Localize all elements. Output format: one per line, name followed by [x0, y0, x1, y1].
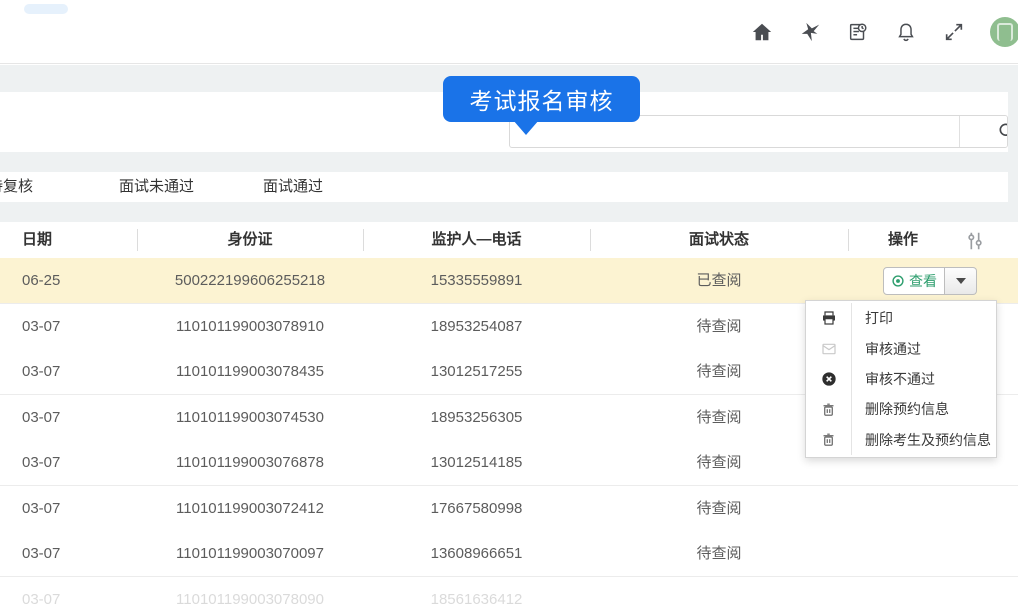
cell-phone: 17667580998 [430, 500, 523, 517]
column-header-action[interactable]: 操作 [848, 222, 958, 258]
view-dropdown-toggle[interactable] [945, 267, 977, 295]
cell-phone: 18561636412 [430, 591, 523, 606]
table-header: 日期 身份证 监护人—电话 面试状态 操作 [0, 222, 1018, 258]
cell-idcard: 110101199003072412 [176, 500, 324, 517]
table-row[interactable]: 03-07 110101199003072412 17667580998 待查阅 [0, 486, 1018, 532]
trash-icon [806, 424, 852, 456]
eye-icon [892, 275, 904, 287]
cell-idcard: 110101199003078910 [176, 318, 324, 335]
menu-item-label: 打印 [865, 310, 893, 327]
cell-phone: 18953256305 [430, 409, 523, 426]
search-button[interactable] [960, 116, 1007, 147]
user-avatar[interactable] [990, 17, 1018, 47]
cell-date: 03-07 [22, 591, 61, 606]
cell-date: 03-07 [22, 409, 61, 426]
chevron-down-icon [955, 278, 966, 284]
bird-logo-icon[interactable] [798, 20, 822, 44]
column-header-status[interactable]: 面试状态 [590, 222, 848, 258]
cell-idcard: 110101199003078435 [176, 363, 324, 380]
menu-item-delete-candidate[interactable]: 删除考生及预约信息 [806, 424, 996, 456]
view-button-group: 查看 [883, 267, 977, 295]
cell-date: 03-07 [22, 545, 61, 562]
menu-item-reject[interactable]: 审核不通过 [806, 363, 996, 395]
page-title-tooltip: 考试报名审核 [443, 76, 640, 135]
column-header-idcard[interactable]: 身份证 [137, 222, 363, 258]
tab-interview-passed[interactable]: 面试通过 [263, 172, 323, 202]
row-action-dropdown-menu: 打印 审核通过 审核不通过 删除预约信息 删除考生及预约信息 [805, 300, 997, 458]
avatar-glyph [997, 23, 1013, 41]
navbar-icon-group [750, 0, 1018, 64]
printer-icon [806, 303, 852, 334]
reject-circle-icon [806, 363, 852, 395]
column-settings-icon[interactable] [964, 230, 986, 252]
cell-date: 06-25 [22, 272, 61, 289]
partial-tooltip-remnant [24, 4, 68, 14]
cell-idcard: 110101199003074530 [176, 409, 324, 426]
table-row[interactable]: 03-07 110101199003070097 13608966651 待查阅 [0, 531, 1018, 577]
column-header-phone[interactable]: 监护人—电话 [363, 222, 590, 258]
audit-log-icon[interactable] [846, 20, 870, 44]
cell-idcard: 500222199606255218 [174, 272, 326, 289]
top-navbar [0, 0, 1018, 64]
view-button[interactable]: 查看 [883, 267, 945, 295]
trash-icon [806, 394, 852, 425]
menu-item-label: 删除预约信息 [865, 401, 949, 418]
menu-item-delete-reservation[interactable]: 删除预约信息 [806, 394, 996, 425]
cell-status: 待查阅 [696, 545, 742, 562]
cell-phone: 15335559891 [430, 272, 523, 289]
cell-idcard: 110101199003070097 [176, 545, 324, 562]
cell-status [590, 577, 848, 606]
cell-status: 待查阅 [696, 500, 742, 517]
cell-phone: 13608966651 [430, 545, 523, 562]
menu-item-label: 审核不通过 [865, 371, 935, 388]
menu-item-label: 审核通过 [865, 340, 921, 357]
menu-item-approve[interactable]: 审核通过 [806, 333, 996, 364]
tab-pending-review[interactable]: 待复核 [0, 172, 33, 202]
cell-idcard: 110101199003076878 [176, 454, 324, 471]
cell-phone: 13012514185 [430, 454, 523, 471]
cell-idcard: 110101199003078090 [176, 591, 324, 606]
cell-date: 03-07 [22, 500, 61, 517]
bell-icon[interactable] [894, 20, 918, 44]
cell-date: 03-07 [22, 363, 61, 380]
menu-item-label: 删除考生及预约信息 [865, 431, 991, 448]
cell-status: 已查阅 [696, 272, 742, 289]
column-header-date[interactable]: 日期 [22, 222, 52, 258]
table-row-partial[interactable]: 03-07 110101199003078090 18561636412 [0, 577, 1018, 606]
view-button-label: 查看 [909, 273, 937, 289]
fullscreen-icon[interactable] [942, 20, 966, 44]
cell-date: 03-07 [22, 318, 61, 335]
tooltip-tail [513, 120, 539, 135]
table-row[interactable]: 06-25 500222199606255218 15335559891 已查阅… [0, 258, 1018, 304]
home-icon[interactable] [750, 20, 774, 44]
cell-phone: 18953254087 [430, 318, 523, 335]
cell-date: 03-07 [22, 454, 61, 471]
search-icon [999, 123, 1007, 136]
page-title: 考试报名审核 [469, 88, 614, 114]
menu-item-print[interactable]: 打印 [806, 303, 996, 334]
tab-interview-failed[interactable]: 面试未通过 [119, 172, 194, 202]
tabs-panel: 待复核 面试未通过 面试通过 [0, 172, 1008, 202]
cell-phone: 13012517255 [430, 363, 523, 380]
mail-icon [806, 333, 852, 364]
